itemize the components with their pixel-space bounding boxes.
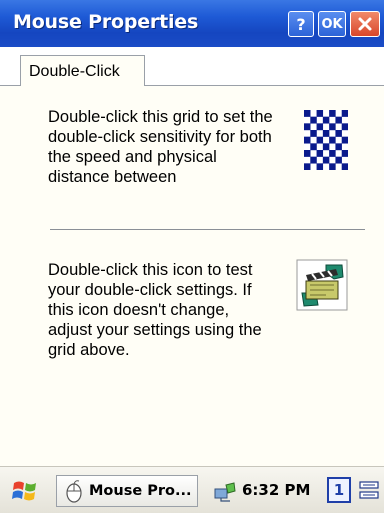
start-button[interactable] (8, 476, 42, 506)
section-divider (50, 229, 365, 230)
tab-double-click[interactable]: Double-Click (20, 55, 145, 86)
clock-time[interactable]: 6:32 PM (242, 481, 310, 499)
keyboard-icon[interactable] (358, 479, 384, 503)
taskbar: Mouse Pro... 6:32 PM 1 (0, 466, 384, 513)
help-button[interactable]: ? (288, 11, 314, 37)
title-bar: Mouse Properties ? OK (0, 0, 384, 48)
windows-flag-icon (12, 481, 36, 501)
ok-button[interactable]: OK (318, 11, 346, 37)
window-title: Mouse Properties (13, 11, 199, 33)
double-click-grid-icon[interactable] (304, 110, 348, 170)
mouse-properties-screen: Mouse Properties ? OK Double-Click Doubl… (0, 0, 384, 513)
mouse-icon (66, 480, 82, 503)
input-indicator[interactable]: 1 (327, 477, 351, 503)
taskbar-task-mouse-properties[interactable]: Mouse Pro... (56, 475, 198, 507)
tab-strip: Double-Click (0, 47, 384, 87)
clapperboard-test-icon[interactable] (296, 259, 348, 311)
close-icon (358, 17, 372, 31)
test-instructions: Double-click this icon to test your doub… (48, 261, 262, 359)
network-status-icon[interactable] (212, 479, 238, 503)
grid-instructions: Double-click this grid to set the double… (48, 108, 273, 186)
properties-panel: Double-Click Double-click this grid to s… (0, 47, 384, 466)
tab-content: Double-click this grid to set the double… (0, 86, 384, 466)
taskbar-task-label: Mouse Pro... (89, 483, 192, 499)
close-button[interactable] (350, 11, 380, 37)
